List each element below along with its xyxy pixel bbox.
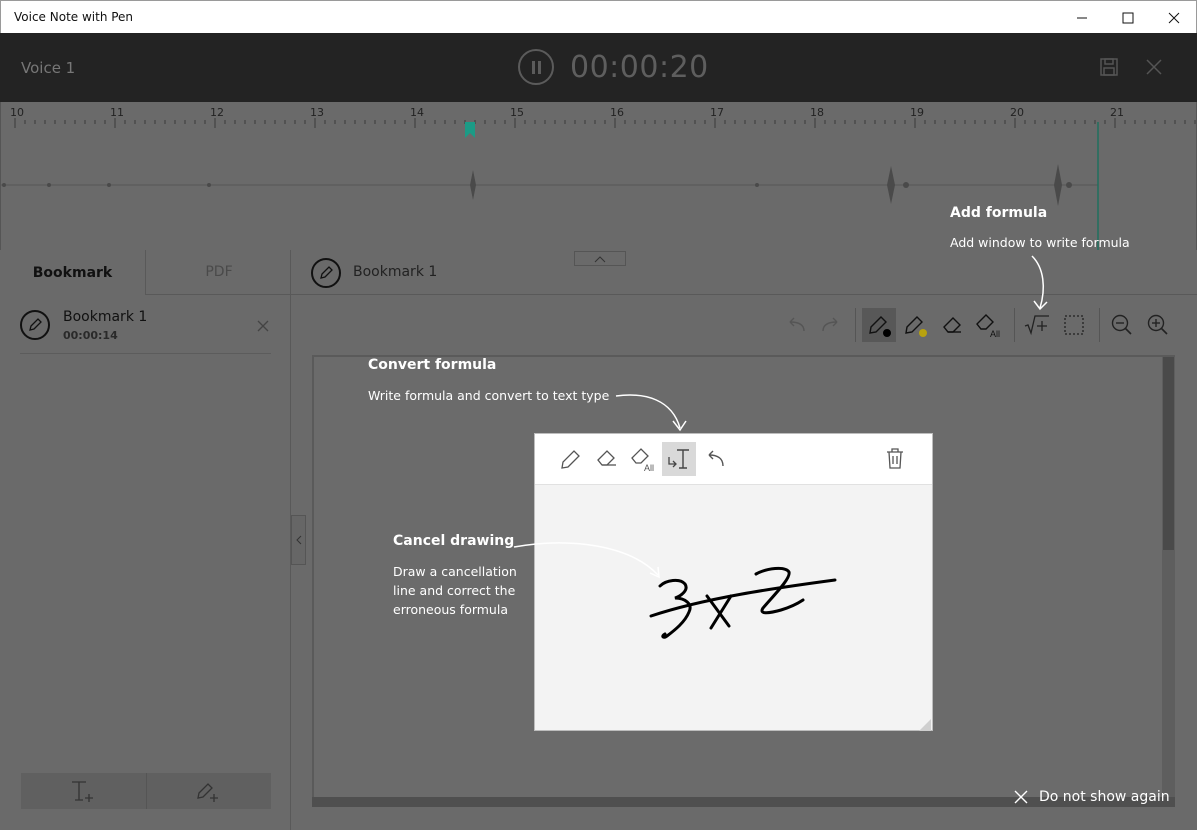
convert-formula-callout-title: Convert formula	[368, 357, 497, 373]
formula-delete-icon[interactable]	[878, 442, 912, 476]
cancel-drawing-callout-title: Cancel drawing	[393, 533, 515, 549]
highlighter-icon[interactable]	[898, 308, 932, 342]
cancel-drawing-callout-line3: erroneous formula	[393, 602, 508, 617]
add-formula-callout-text: Add window to write formula	[950, 235, 1130, 250]
tab-pdf[interactable]: PDF	[146, 250, 292, 295]
sidebar-actions	[21, 773, 271, 809]
close-icon	[1014, 790, 1028, 804]
pause-button[interactable]	[518, 49, 554, 85]
svg-text:All: All	[990, 329, 1000, 339]
tab-bookmark[interactable]: Bookmark	[0, 250, 146, 295]
add-text-bookmark-icon[interactable]	[69, 778, 97, 808]
formula-eraser-icon[interactable]	[590, 442, 624, 476]
maximize-button[interactable]	[1105, 1, 1151, 34]
pen-icon	[20, 310, 50, 340]
formula-toolbar: All	[535, 434, 932, 485]
recording-name: Voice 1	[21, 59, 76, 77]
formula-undo-icon[interactable]	[698, 442, 732, 476]
zoom-in-icon[interactable]	[1141, 308, 1175, 342]
window-title: Voice Note with Pen	[14, 10, 134, 24]
formula-erase-all-icon[interactable]: All	[626, 442, 660, 476]
add-pen-bookmark-icon[interactable]	[194, 778, 222, 808]
zoom-out-icon[interactable]	[1105, 308, 1139, 342]
close-recording-icon[interactable]	[1143, 56, 1165, 82]
convert-formula-callout-text: Write formula and convert to text type	[368, 388, 610, 403]
sidebar: Bookmark PDF Bookmark 1 00:00:14	[0, 250, 292, 830]
audio-timeline[interactable]: 10 11 12 13 14 15 16 17 18 19 20 21	[0, 102, 1197, 266]
add-formula-arrow	[1031, 255, 1048, 311]
vertical-scroll-thumb[interactable]	[1163, 357, 1174, 550]
recording-timer: 00:00:20	[570, 50, 709, 85]
redo-icon[interactable]	[814, 308, 848, 342]
minimize-button[interactable]	[1059, 1, 1105, 34]
save-icon[interactable]	[1098, 56, 1120, 82]
content-title: Bookmark 1	[353, 264, 438, 280]
pen-tool-icon[interactable]	[862, 308, 896, 342]
formula-pen-icon[interactable]	[554, 442, 588, 476]
erase-all-icon[interactable]: All	[971, 308, 1005, 342]
delete-bookmark-icon[interactable]	[257, 317, 269, 336]
recorder-bar: Voice 1 00:00:20	[0, 33, 1197, 102]
title-bar: Voice Note with Pen	[0, 0, 1197, 33]
handwritten-formula	[649, 566, 931, 731]
content-header: Bookmark 1	[291, 250, 1197, 295]
undo-icon[interactable]	[779, 308, 813, 342]
bookmark-time: 00:00:14	[63, 329, 118, 342]
convert-formula-icon[interactable]	[662, 442, 696, 476]
eraser-icon[interactable]	[935, 308, 969, 342]
cancel-drawing-arrow	[513, 542, 660, 579]
add-formula-callout-title: Add formula	[950, 205, 1048, 221]
collapse-sidebar-button[interactable]	[291, 515, 306, 565]
do-not-show-again-button[interactable]: Do not show again	[1013, 789, 1170, 805]
bookmark-marker-icon	[465, 122, 475, 138]
svg-text:All: All	[644, 463, 654, 473]
bookmark-title: Bookmark 1	[63, 309, 148, 325]
do-not-show-again-label: Do not show again	[1039, 789, 1170, 805]
pen-mode-icon	[311, 258, 341, 288]
cancel-drawing-callout-line1: Draw a cancellation	[393, 564, 517, 579]
timeline-waveform	[1, 118, 1196, 250]
close-window-button[interactable]	[1151, 1, 1197, 34]
cancel-drawing-callout-line2: line and correct the	[393, 583, 516, 598]
list-item[interactable]: Bookmark 1 00:00:14	[20, 308, 271, 354]
convert-formula-arrow	[615, 394, 687, 432]
selection-icon[interactable]	[1057, 308, 1091, 342]
